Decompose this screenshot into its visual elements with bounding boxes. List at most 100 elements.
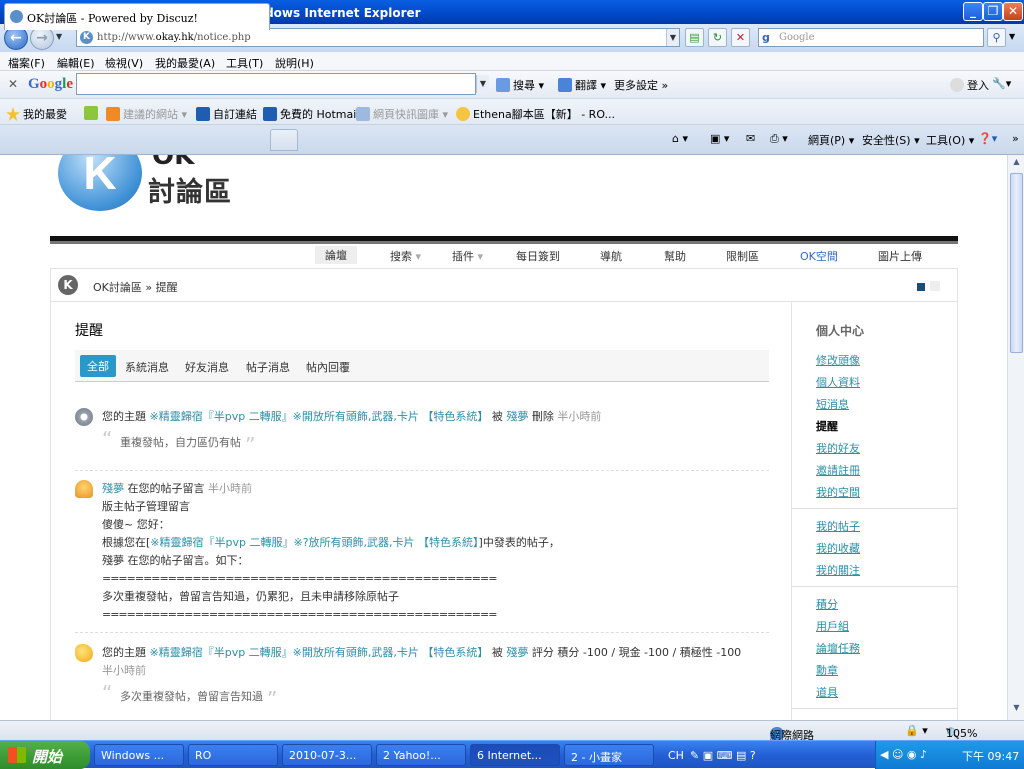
tab-friends[interactable]: 好友消息 <box>185 359 229 375</box>
menu-help[interactable]: 說明(H) <box>275 55 314 71</box>
ime-toolbar-icons[interactable]: ✎ ▣ ⌨ ▤ ? <box>690 749 756 762</box>
sidebar-item-friends[interactable]: 我的好友 <box>816 440 860 456</box>
user-link[interactable]: 殘夢 <box>506 646 528 659</box>
scroll-thumb[interactable] <box>1010 173 1023 353</box>
stop-icon[interactable]: ✕ <box>731 28 750 47</box>
sidebar-item-my-posts[interactable]: 我的帖子 <box>816 518 860 534</box>
taskbar-button-windows[interactable]: Windows ... <box>94 744 184 766</box>
rss-icon[interactable]: ▣ ▾ <box>710 132 729 145</box>
translate-button[interactable]: 翻譯 ▾ <box>558 77 606 93</box>
vertical-scrollbar[interactable]: ▲ ▼ <box>1007 155 1024 720</box>
custom-links-link[interactable]: 自訂連結 <box>196 106 257 122</box>
favorites-button[interactable]: 我的最愛 <box>6 106 67 122</box>
safety-menu[interactable]: 安全性(S) ▾ <box>862 132 920 148</box>
web-slice-gallery-link[interactable]: 網頁快訊圖庫 ▾ <box>356 106 448 122</box>
google-search-dropdown-icon[interactable]: ▼ <box>476 75 489 93</box>
tab-active[interactable]: OK討論區 - Powered by Discuz! <box>4 3 270 30</box>
help-icon[interactable]: ❓▾ <box>978 132 997 145</box>
menu-favorites[interactable]: 我的最愛(A) <box>155 55 215 71</box>
width-toggle-alt-icon[interactable] <box>930 281 940 291</box>
history-dropdown-icon[interactable]: ▼ <box>56 32 62 41</box>
address-dropdown-icon[interactable]: ▼ <box>666 29 679 46</box>
thread-link[interactable]: ※精靈歸宿『半pvp 二轉服』※?放所有頭飾,武器,卡片 【特色系統】 <box>150 536 478 549</box>
thread-link[interactable]: ※精靈歸宿『半pvp 二轉服』※開放所有頭飾,武器,卡片 【特色系統】 <box>150 410 489 423</box>
tools-menu[interactable]: 工具(O) ▾ <box>926 132 974 148</box>
start-button[interactable]: 開始 <box>0 741 90 769</box>
sidebar-item-messages[interactable]: 短消息 <box>816 396 849 412</box>
scroll-down-icon[interactable]: ▼ <box>1010 703 1023 717</box>
taskbar-button-ro[interactable]: RO <box>188 744 278 766</box>
taskbar-button-paint[interactable]: 2 - 小畫家 <box>564 744 654 766</box>
toolbar-overflow-icon[interactable]: » <box>1012 132 1019 145</box>
nav-daily-checkin[interactable]: 每日簽到 <box>516 248 560 264</box>
search-input[interactable]: g Google <box>758 28 984 47</box>
nav-ok-space[interactable]: OK空間 <box>800 248 838 264</box>
nav-help[interactable]: 幫助 <box>664 248 686 264</box>
google-search-input[interactable]: ▼ <box>76 73 489 95</box>
suggested-sites-link[interactable]: 建議的網站 ▾ <box>106 106 187 122</box>
home-logo-icon[interactable]: K <box>58 275 78 295</box>
tray-icons[interactable]: ◀ ☺ ◉ ♪ <box>880 748 927 761</box>
address-input[interactable]: K http://www.okay.hk/notice.php ▼ <box>76 28 680 47</box>
scroll-up-icon[interactable]: ▲ <box>1010 157 1023 171</box>
read-mail-icon[interactable]: ✉ <box>746 132 755 145</box>
tab-posts[interactable]: 帖子消息 <box>246 359 290 375</box>
sidebar-item-invite[interactable]: 邀請註冊 <box>816 462 860 478</box>
compatibility-view-icon[interactable]: ▤ <box>685 28 704 47</box>
maximize-button[interactable]: ❐ <box>983 2 1003 21</box>
breadcrumb-home[interactable]: OK討論區 <box>93 281 142 294</box>
refresh-icon[interactable]: ↻ <box>708 28 727 47</box>
sidebar-item-usergroup[interactable]: 用戶組 <box>816 618 849 634</box>
tab-replies[interactable]: 帖內回覆 <box>306 359 350 375</box>
sidebar-item-points[interactable]: 積分 <box>816 596 838 612</box>
wrench-icon[interactable]: 🔧▾ <box>992 77 1011 90</box>
protected-mode-icon[interactable]: 🔒 ▾ <box>905 724 928 737</box>
google-login-button[interactable]: 登入 <box>950 77 989 93</box>
nav-image-upload[interactable]: 圖片上傳 <box>878 248 922 264</box>
home-icon[interactable]: ⌂ ▾ <box>672 132 688 145</box>
user-link[interactable]: 殘夢 <box>506 410 528 423</box>
width-toggle-icon[interactable] <box>917 283 925 291</box>
menu-tools[interactable]: 工具(T) <box>226 55 263 71</box>
page-menu[interactable]: 網頁(P) ▾ <box>808 132 854 148</box>
taskbar-button-ie[interactable]: 6 Internet... <box>470 744 560 766</box>
add-favorite-icon[interactable] <box>84 106 101 120</box>
sidebar-item-notices[interactable]: 提醒 <box>816 418 838 434</box>
menu-view[interactable]: 檢視(V) <box>105 55 143 71</box>
sidebar-item-tasks[interactable]: 論壇任務 <box>816 640 860 656</box>
nav-forum[interactable]: 論壇 <box>315 246 357 264</box>
sidebar-item-favorites[interactable]: 我的收藏 <box>816 540 860 556</box>
sidebar-item-medals[interactable]: 勳章 <box>816 662 838 678</box>
ethena-link[interactable]: Ethena腳本區【新】 - RO... <box>456 106 615 122</box>
taskbar-button-yahoo[interactable]: 2 Yahoo!... <box>376 744 466 766</box>
minimize-button[interactable]: _ <box>963 2 983 21</box>
nav-restricted[interactable]: 限制區 <box>726 248 759 264</box>
sidebar-item-space[interactable]: 我的空間 <box>816 484 860 500</box>
clock[interactable]: 下午 09:47 <box>962 748 1019 764</box>
nav-plugins[interactable]: 插件 ▾ <box>452 248 483 264</box>
sidebar-item-items[interactable]: 道具 <box>816 684 838 700</box>
nav-navigation[interactable]: 導航 <box>600 248 622 264</box>
more-settings-button[interactable]: 更多設定 » <box>614 77 668 93</box>
hotmail-link[interactable]: 免費的 Hotmail <box>263 106 359 122</box>
menu-file[interactable]: 檔案(F) <box>8 55 45 71</box>
sidebar-item-profile[interactable]: 個人資料 <box>816 374 860 390</box>
language-indicator[interactable]: CH <box>668 749 684 762</box>
menu-edit[interactable]: 編輯(E) <box>57 55 95 71</box>
tab-all[interactable]: 全部 <box>80 355 116 377</box>
sidebar-item-following[interactable]: 我的關注 <box>816 562 860 578</box>
thread-link[interactable]: ※精靈歸宿『半pvp 二轉服』※開放所有頭飾,武器,卡片 【特色系統】 <box>150 646 489 659</box>
taskbar-button-date[interactable]: 2010-07-3... <box>282 744 372 766</box>
print-icon[interactable]: ⎙ ▾ <box>770 132 788 146</box>
close-toolbar-icon[interactable]: ✕ <box>8 77 18 91</box>
new-tab-button[interactable] <box>270 129 298 151</box>
close-button[interactable]: ✕ <box>1003 2 1023 21</box>
user-link[interactable]: 殘夢 <box>102 482 124 495</box>
zoom-control[interactable]: 🔍 105% ▾ <box>946 724 977 740</box>
google-search-button[interactable]: 搜尋 ▾ <box>496 77 544 93</box>
page-viewport[interactable]: K OK 討論區 論壇 搜索 ▾ 插件 ▾ 每日簽到 導航 幫助 限制區 OK空… <box>0 155 1007 720</box>
search-go-icon[interactable]: ⚲ <box>987 28 1006 47</box>
tab-system[interactable]: 系統消息 <box>125 359 169 375</box>
nav-search[interactable]: 搜索 ▾ <box>390 248 421 264</box>
sidebar-item-avatar[interactable]: 修改頭像 <box>816 352 860 368</box>
